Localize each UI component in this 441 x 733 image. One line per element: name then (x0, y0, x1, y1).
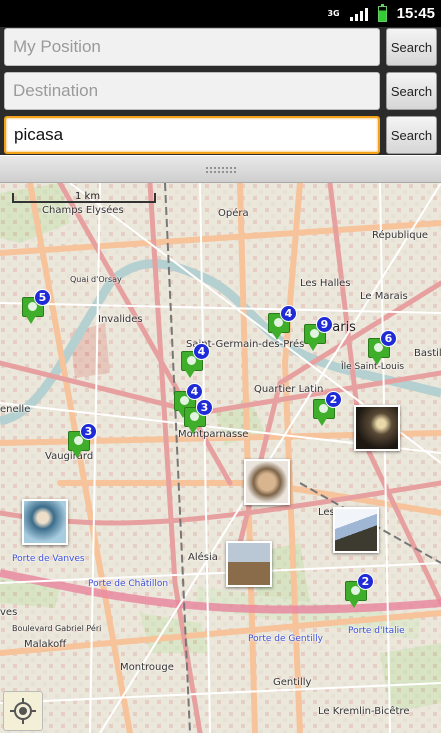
map-label: Alésia (188, 552, 218, 563)
map-label: enelle (0, 404, 31, 415)
map-label: Opéra (218, 208, 249, 219)
photo-image (356, 407, 398, 449)
map-label: ves (0, 607, 18, 618)
photo-thumbnail[interactable] (244, 459, 290, 505)
destination-input[interactable]: Destination (4, 72, 380, 110)
network-3g-icon: 3G (327, 8, 340, 18)
photo-cluster-marker[interactable]: 6 (368, 330, 398, 365)
map-label: Porte de Vanves (12, 554, 85, 564)
destination-row: Destination Search (4, 72, 437, 110)
query-search-button[interactable]: Search (386, 116, 437, 154)
map-view[interactable]: 1 km Champs Elysées Opéra République Qua… (0, 183, 441, 733)
map-label: Gentilly (273, 677, 312, 688)
map-scale-label: 1 km (75, 191, 101, 202)
my-position-input[interactable]: My Position (4, 28, 380, 66)
map-label: Les Halles (300, 278, 351, 289)
battery-icon (377, 3, 387, 22)
photo-thumbnail[interactable] (22, 499, 68, 545)
my-position-placeholder: My Position (13, 37, 101, 56)
map-label: Quai d'Orsay (70, 275, 122, 284)
cluster-count: 3 (80, 423, 97, 440)
cluster-count: 4 (186, 383, 203, 400)
cluster-count: 4 (280, 305, 297, 322)
photo-image (24, 501, 66, 543)
search-panel: My Position Search Destination Search pi… (0, 27, 441, 155)
cluster-count: 4 (193, 343, 210, 360)
photo-cluster-marker[interactable]: 2 (313, 391, 343, 426)
map-label: Invalides (98, 314, 143, 325)
map-label: République (372, 230, 429, 241)
grip-icon (205, 166, 237, 174)
cluster-count: 9 (316, 316, 333, 333)
crosshair-icon (10, 698, 36, 724)
photo-cluster-marker[interactable]: 2 (345, 573, 375, 608)
map-label: Montrouge (120, 662, 174, 673)
photo-image (246, 461, 288, 503)
photo-cluster-marker[interactable]: 5 (22, 289, 52, 324)
cluster-count: 6 (380, 330, 397, 347)
status-bar: 3G 15:45 (0, 0, 441, 27)
photo-cluster-marker[interactable]: 3 (184, 399, 214, 434)
photo-image (228, 543, 270, 585)
map-label: Porte d'Italie (348, 626, 405, 636)
photo-thumbnail[interactable] (226, 541, 272, 587)
photo-cluster-marker[interactable]: 3 (68, 423, 98, 458)
status-time: 15:45 (396, 5, 435, 22)
panel-drag-handle[interactable] (0, 155, 441, 183)
map-label: Porte de Gentilly (248, 634, 323, 644)
photo-cluster-marker[interactable]: 4 (268, 305, 298, 340)
cluster-count: 3 (196, 399, 213, 416)
network-type: 3G (327, 8, 340, 18)
my-position-row: My Position Search (4, 28, 437, 66)
map-label: Le Kremlin-Bicêtre (318, 706, 410, 717)
my-location-button[interactable] (3, 691, 43, 731)
query-input[interactable]: picasa (4, 116, 380, 154)
signal-strength-icon (349, 7, 368, 21)
cluster-count: 5 (34, 289, 51, 306)
cluster-count: 2 (325, 391, 342, 408)
photo-thumbnail[interactable] (333, 507, 379, 553)
photo-cluster-marker[interactable]: 9 (304, 316, 334, 351)
photo-cluster-marker[interactable]: 4 (181, 343, 211, 378)
map-label: Boulevard Gabriel Péri (12, 624, 102, 633)
map-label: Porte de Châtillon (88, 579, 169, 589)
photo-thumbnail[interactable] (354, 405, 400, 451)
map-label: Malakoff (24, 639, 67, 650)
query-row: picasa Search (4, 116, 437, 154)
query-value: picasa (14, 125, 64, 144)
destination-placeholder: Destination (13, 81, 99, 100)
map-label: Champs Elysées (42, 205, 124, 216)
cluster-count: 2 (357, 573, 374, 590)
map-label: Le Marais (360, 291, 408, 302)
my-position-search-button[interactable]: Search (386, 28, 437, 66)
map-label: Bastil (414, 348, 441, 359)
destination-search-button[interactable]: Search (386, 72, 437, 110)
photo-image (335, 509, 377, 551)
